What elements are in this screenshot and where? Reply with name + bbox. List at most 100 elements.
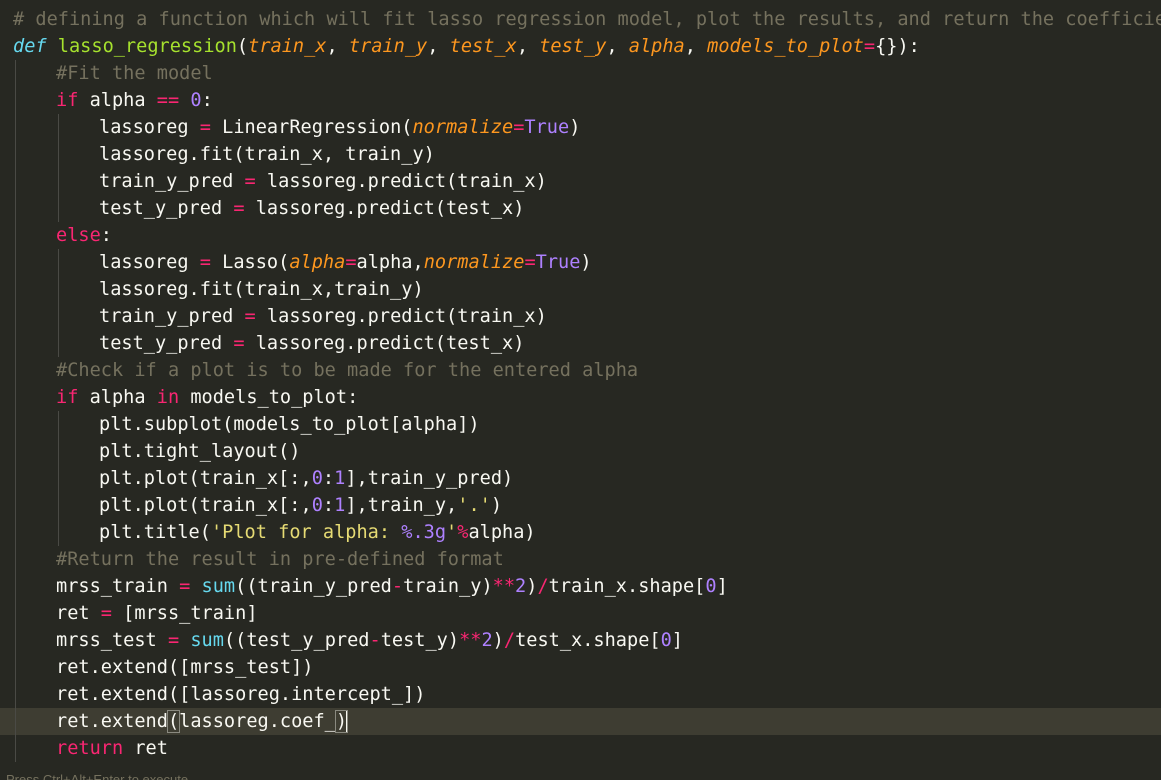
code-token-plain: ((test_y_pred: [223, 630, 370, 651]
indent-guide: [15, 681, 17, 708]
code-line[interactable]: return ret: [0, 735, 1161, 762]
code-line[interactable]: if alpha in models_to_plot:: [0, 384, 1161, 411]
code-token-plain: ]: [716, 576, 728, 597]
code-token-plain: Lasso(: [210, 252, 290, 273]
code-line[interactable]: test_y_pred = lassoreg.predict(test_x): [0, 195, 1161, 222]
code-line-content: if alpha in models_to_plot:: [56, 384, 358, 411]
indent-guide: [15, 276, 17, 303]
code-line[interactable]: if alpha == 0:: [0, 87, 1161, 114]
code-line-current[interactable]: ret.extend(lassoreg.coef_): [0, 708, 1161, 735]
code-token-const: True: [535, 252, 581, 273]
indent-guide: [15, 438, 17, 465]
code-line[interactable]: lassoreg.fit(train_x,train_y): [0, 276, 1161, 303]
code-token-number: %.3g: [401, 522, 447, 543]
code-line-content: lassoreg.fit(train_x,train_y): [99, 276, 424, 303]
code-line[interactable]: # defining a function which will fit las…: [0, 6, 1161, 33]
code-editor[interactable]: # defining a function which will fit las…: [0, 0, 1161, 780]
code-token-number: 0: [190, 90, 202, 111]
code-token-param: alpha: [628, 36, 685, 57]
code-line[interactable]: train_y_pred = lassoreg.predict(train_x): [0, 168, 1161, 195]
status-bar: Press Ctrl+Alt+Enter to execute: [0, 770, 1161, 780]
code-line[interactable]: else:: [0, 222, 1161, 249]
code-token-plain: :: [100, 225, 112, 246]
code-line-content: ret = [mrss_train]: [56, 600, 258, 627]
code-token-operator: =: [100, 603, 112, 624]
code-token-plain: plt.subplot(models_to_plot[alpha]): [99, 414, 480, 435]
code-token-plain: lassoreg: [99, 117, 200, 138]
code-token-operator: =: [199, 117, 211, 138]
code-token-operator: /: [503, 630, 516, 651]
code-line[interactable]: #Return the result in pre-defined format: [0, 546, 1161, 573]
code-token-operator: =: [244, 306, 256, 327]
indent-guide: [58, 141, 60, 168]
code-token-plain: train_y): [403, 576, 493, 597]
code-line-content: mrss_test = sum((test_y_pred-test_y)**2)…: [56, 627, 683, 654]
code-line-content: return ret: [56, 735, 168, 762]
code-token-funcname: lasso_regression: [57, 36, 237, 57]
code-token-param: train_x: [248, 36, 327, 57]
code-line[interactable]: plt.plot(train_x[:,0:1],train_y,'.'): [0, 492, 1161, 519]
code-token-operator: -: [391, 576, 404, 597]
indent-guide: [15, 411, 17, 438]
code-token-plain: ret.extend([mrss_test]): [56, 657, 314, 678]
code-token-plain: ): [526, 576, 538, 597]
code-token-keyword: in: [156, 387, 180, 408]
code-line[interactable]: test_y_pred = lassoreg.predict(test_x): [0, 330, 1161, 357]
code-line[interactable]: mrss_test = sum((test_y_pred-test_y)**2)…: [0, 627, 1161, 654]
indent-guide: [58, 195, 60, 222]
code-token-number: 0: [660, 630, 672, 651]
code-token-plain: lassoreg.fit(train_x, train_y): [99, 144, 435, 165]
code-line-content: plt.plot(train_x[:,0:1],train_y,'.'): [99, 492, 502, 519]
code-line[interactable]: train_y_pred = lassoreg.predict(train_x): [0, 303, 1161, 330]
indent-guide: [15, 141, 17, 168]
code-line[interactable]: def lasso_regression(train_x, train_y, t…: [0, 33, 1161, 60]
code-line[interactable]: plt.plot(train_x[:,0:1],train_y_pred): [0, 465, 1161, 492]
indent-guide: [58, 114, 60, 141]
code-line-content: mrss_train = sum((train_y_pred-train_y)*…: [56, 573, 728, 600]
code-line-content: #Check if a plot is to be made for the e…: [56, 357, 638, 384]
code-token-param: train_y: [348, 36, 428, 57]
code-line[interactable]: mrss_train = sum((train_y_pred-train_y)*…: [0, 573, 1161, 600]
code-token-plain: lassoreg.fit(train_x,train_y): [99, 279, 424, 300]
code-line-content: lassoreg.fit(train_x, train_y): [99, 141, 435, 168]
code-token-plain: mrss_test: [56, 630, 168, 651]
indent-guide: [58, 438, 60, 465]
text-cursor: [346, 710, 349, 733]
code-token-operator: **: [492, 576, 516, 597]
code-line[interactable]: plt.tight_layout(): [0, 438, 1161, 465]
code-area[interactable]: # defining a function which will fit las…: [0, 6, 1161, 762]
code-token-plain: ,: [684, 36, 708, 57]
indent-guide: [15, 303, 17, 330]
code-token-operator: =: [233, 198, 245, 219]
code-token-plain: lassoreg.predict(train_x): [255, 171, 547, 192]
code-line-content: plt.subplot(models_to_plot[alpha]): [99, 411, 480, 438]
indent-guide: [15, 249, 17, 276]
indent-guide: [58, 330, 60, 357]
code-token-param: test_x: [449, 36, 517, 57]
code-line[interactable]: lassoreg = LinearRegression(normalize=Tr…: [0, 114, 1161, 141]
status-bar-text: Press Ctrl+Alt+Enter to execute: [6, 772, 189, 780]
code-line[interactable]: plt.subplot(models_to_plot[alpha]): [0, 411, 1161, 438]
code-token-string: '.': [457, 495, 491, 516]
code-token-operator: =: [863, 36, 876, 57]
code-token-operator: =: [167, 630, 180, 651]
code-line[interactable]: plt.title('Plot for alpha: %.3g'%alpha): [0, 519, 1161, 546]
code-line[interactable]: lassoreg = Lasso(alpha=alpha,normalize=T…: [0, 249, 1161, 276]
code-token-plain: {}):: [875, 36, 920, 57]
code-token-plain: plt.title(: [99, 522, 211, 543]
code-line[interactable]: #Fit the model: [0, 60, 1161, 87]
code-token-plain: test_y_pred: [99, 333, 234, 354]
code-line[interactable]: ret = [mrss_train]: [0, 600, 1161, 627]
code-line-content: if alpha == 0:: [56, 87, 213, 114]
code-token-bracket-match: (: [166, 710, 181, 733]
code-line[interactable]: #Check if a plot is to be made for the e…: [0, 357, 1161, 384]
code-line-content: ret.extend([mrss_test]): [56, 654, 313, 681]
code-line[interactable]: ret.extend([mrss_test]): [0, 654, 1161, 681]
code-line-content: else:: [56, 222, 112, 249]
code-token-plain: lassoreg.predict(test_x): [244, 198, 525, 219]
code-line-content: def lasso_regression(train_x, train_y, t…: [13, 33, 920, 60]
code-line[interactable]: lassoreg.fit(train_x, train_y): [0, 141, 1161, 168]
code-line[interactable]: ret.extend([lassoreg.intercept_]): [0, 681, 1161, 708]
code-token-plain: ]: [671, 630, 683, 651]
